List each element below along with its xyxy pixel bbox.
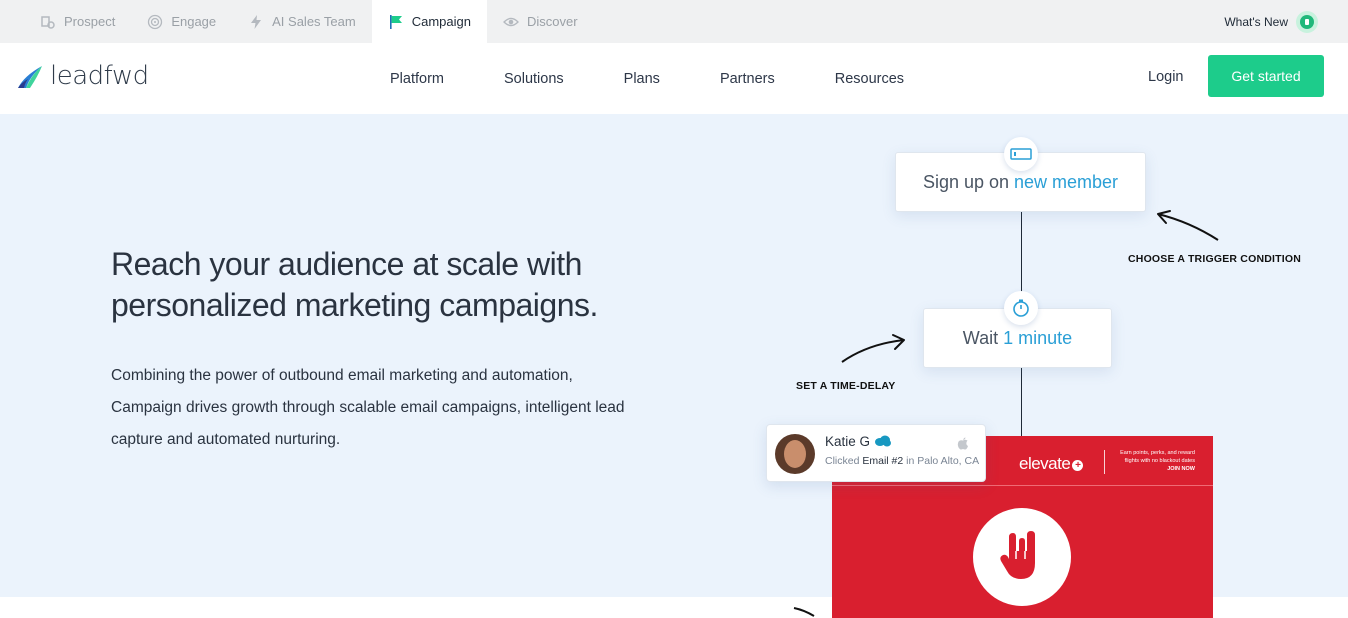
nav-link-platform[interactable]: Platform xyxy=(360,71,474,87)
logo[interactable]: leadfwd xyxy=(16,61,149,91)
get-started-button[interactable]: Get started xyxy=(1208,55,1324,97)
activity-email: Email #2 xyxy=(862,455,904,467)
partial-arrow-icon xyxy=(793,607,815,617)
logo-mark-icon xyxy=(18,66,42,88)
wait-prefix: Wait xyxy=(962,327,1004,348)
contact-activity: Clicked Email #2 in Palo Alto, CA xyxy=(825,455,979,467)
trigger-annotation: CHOOSE A TRIGGER CONDITION xyxy=(1128,253,1302,265)
hand-gesture-icon xyxy=(973,508,1071,606)
wait-badge xyxy=(1004,291,1038,325)
trigger-text: Sign up on new member xyxy=(923,172,1118,193)
hero-headline: Reach your audience at scale with person… xyxy=(111,246,598,323)
nav-link-solutions[interactable]: Solutions xyxy=(474,71,594,87)
trigger-prefix: Sign up on xyxy=(922,171,1015,192)
logo-text: leadfwd xyxy=(50,61,149,91)
email-tagline-text: Earn points, perks, and reward flights w… xyxy=(1120,450,1195,464)
tab-ai-sales-team[interactable]: AI Sales Team xyxy=(232,0,372,43)
tab-prospect-label: Prospect xyxy=(64,14,116,29)
tab-prospect[interactable]: Prospect xyxy=(0,0,131,43)
trigger-highlight: new member xyxy=(1014,171,1119,192)
form-icon xyxy=(1010,148,1032,160)
tab-discover-label: Discover xyxy=(527,14,578,29)
email-tagline: Earn points, perks, and reward flights w… xyxy=(1110,449,1195,473)
nav-link-resources[interactable]: Resources xyxy=(805,71,934,87)
flow-connector xyxy=(1021,368,1022,436)
email-brand-text: elevate xyxy=(1019,454,1071,473)
flag-icon xyxy=(389,14,402,29)
email-join-link: JOIN NOW xyxy=(1167,466,1195,472)
wait-text: Wait 1 minute xyxy=(963,328,1072,349)
notification-icon xyxy=(1296,10,1318,33)
avatar xyxy=(775,434,815,474)
engage-icon xyxy=(148,14,163,29)
prospect-icon xyxy=(41,15,55,29)
tab-discover[interactable]: Discover xyxy=(487,0,594,43)
trigger-badge xyxy=(1004,137,1038,171)
whats-new-button[interactable]: What's New xyxy=(1224,0,1318,43)
stopwatch-icon xyxy=(1013,299,1029,317)
hero-description: Combining the power of outbound email ma… xyxy=(111,367,625,448)
tab-campaign-label: Campaign xyxy=(411,14,471,29)
main-navigation: leadfwd Platform Solutions Plans Partner… xyxy=(0,43,1348,114)
trigger-arrow-icon xyxy=(1157,210,1219,241)
activity-prefix: Clicked xyxy=(825,455,863,467)
wait-highlight: 1 minute xyxy=(1003,327,1073,348)
contact-name: Katie G xyxy=(825,434,871,449)
nav-link-plans[interactable]: Plans xyxy=(594,71,690,87)
tab-campaign[interactable]: Campaign xyxy=(371,0,487,43)
tab-engage[interactable]: Engage xyxy=(131,0,232,43)
time-delay-annotation: SET A TIME-DELAY xyxy=(796,380,896,392)
login-link[interactable]: Login xyxy=(1148,69,1183,85)
salesforce-icon xyxy=(875,435,891,447)
email-divider xyxy=(1104,450,1105,474)
activity-location: in Palo Alto, CA xyxy=(903,455,980,467)
email-brand: elevate + xyxy=(1019,454,1084,474)
lightning-icon xyxy=(251,14,262,29)
apple-icon xyxy=(957,437,968,450)
tab-engage-label: Engage xyxy=(171,14,217,29)
plus-icon: + xyxy=(1072,460,1084,471)
nav-link-partners[interactable]: Partners xyxy=(690,71,805,87)
contact-activity-card: Katie G Clicked Email #2 in Palo Alto, C… xyxy=(766,424,986,482)
time-delay-arrow-icon xyxy=(841,334,905,363)
tab-ai-sales-team-label: AI Sales Team xyxy=(272,14,356,29)
eye-icon xyxy=(503,17,519,26)
whats-new-label: What's New xyxy=(1224,14,1288,29)
nav-links: Platform Solutions Plans Partners Resour… xyxy=(360,43,934,114)
product-switcher-bar: Prospect Engage AI Sales Team Campaign D… xyxy=(0,0,1348,43)
